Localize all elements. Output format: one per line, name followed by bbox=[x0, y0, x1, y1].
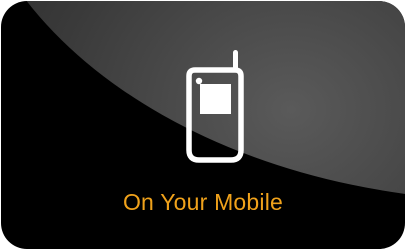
on-your-mobile-tile[interactable]: On Your Mobile bbox=[1, 1, 405, 249]
tile-label: On Your Mobile bbox=[122, 189, 284, 215]
mobile-phone-icon bbox=[186, 50, 244, 163]
